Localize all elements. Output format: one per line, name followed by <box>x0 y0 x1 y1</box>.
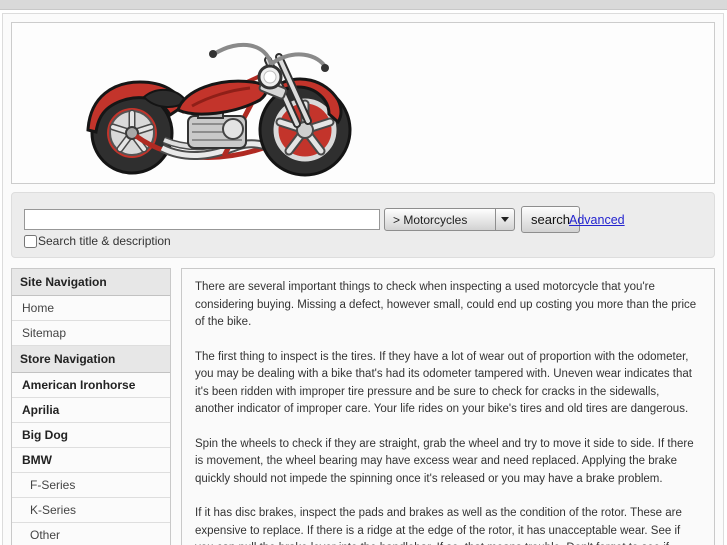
checkbox-label[interactable]: Search title & description <box>38 234 171 248</box>
sidebar-item-sitemap[interactable]: Sitemap <box>12 321 170 346</box>
sidebar-header-site-navigation: Site Navigation <box>12 269 170 296</box>
page-container: > Motorcycles search Advanced Search tit… <box>2 13 724 545</box>
sidebar-item-american-ironhorse[interactable]: American Ironhorse <box>12 373 170 398</box>
sidebar-item-f-series[interactable]: F-Series <box>12 473 170 498</box>
article-paragraph: There are several important things to ch… <box>195 281 697 328</box>
article-content: There are several important things to ch… <box>181 268 715 545</box>
search-input[interactable] <box>24 209 380 230</box>
search-panel: > Motorcycles search Advanced Search tit… <box>11 192 715 258</box>
sidebar-header-store-navigation: Store Navigation <box>12 346 170 373</box>
search-title-description-checkbox[interactable] <box>24 234 37 248</box>
sidebar-item-other[interactable]: Other <box>12 523 170 545</box>
motorcycle-illustration <box>86 43 352 177</box>
sidebar-item-k-series[interactable]: K-Series <box>12 498 170 523</box>
category-select-value: > Motorcycles <box>393 212 468 227</box>
article-paragraph: The first thing to inspect is the tires.… <box>195 350 692 416</box>
sidebar-item-home[interactable]: Home <box>12 296 170 321</box>
browser-top-strip <box>0 0 727 10</box>
caret-down-icon <box>501 217 509 222</box>
advanced-search-link[interactable]: Advanced <box>569 213 625 227</box>
article-paragraph: Spin the wheels to check if they are str… <box>195 437 694 485</box>
sidebar: Site Navigation Home Sitemap Store Navig… <box>11 268 171 545</box>
sidebar-item-bmw[interactable]: BMW <box>12 448 170 473</box>
sidebar-item-big-dog[interactable]: Big Dog <box>12 423 170 448</box>
sidebar-item-aprilia[interactable]: Aprilia <box>12 398 170 423</box>
dropdown-arrow-button[interactable] <box>495 209 514 230</box>
category-select[interactable]: > Motorcycles <box>384 208 515 231</box>
article-paragraph: If it has disc brakes, inspect the pads … <box>195 507 682 545</box>
banner <box>11 22 715 184</box>
